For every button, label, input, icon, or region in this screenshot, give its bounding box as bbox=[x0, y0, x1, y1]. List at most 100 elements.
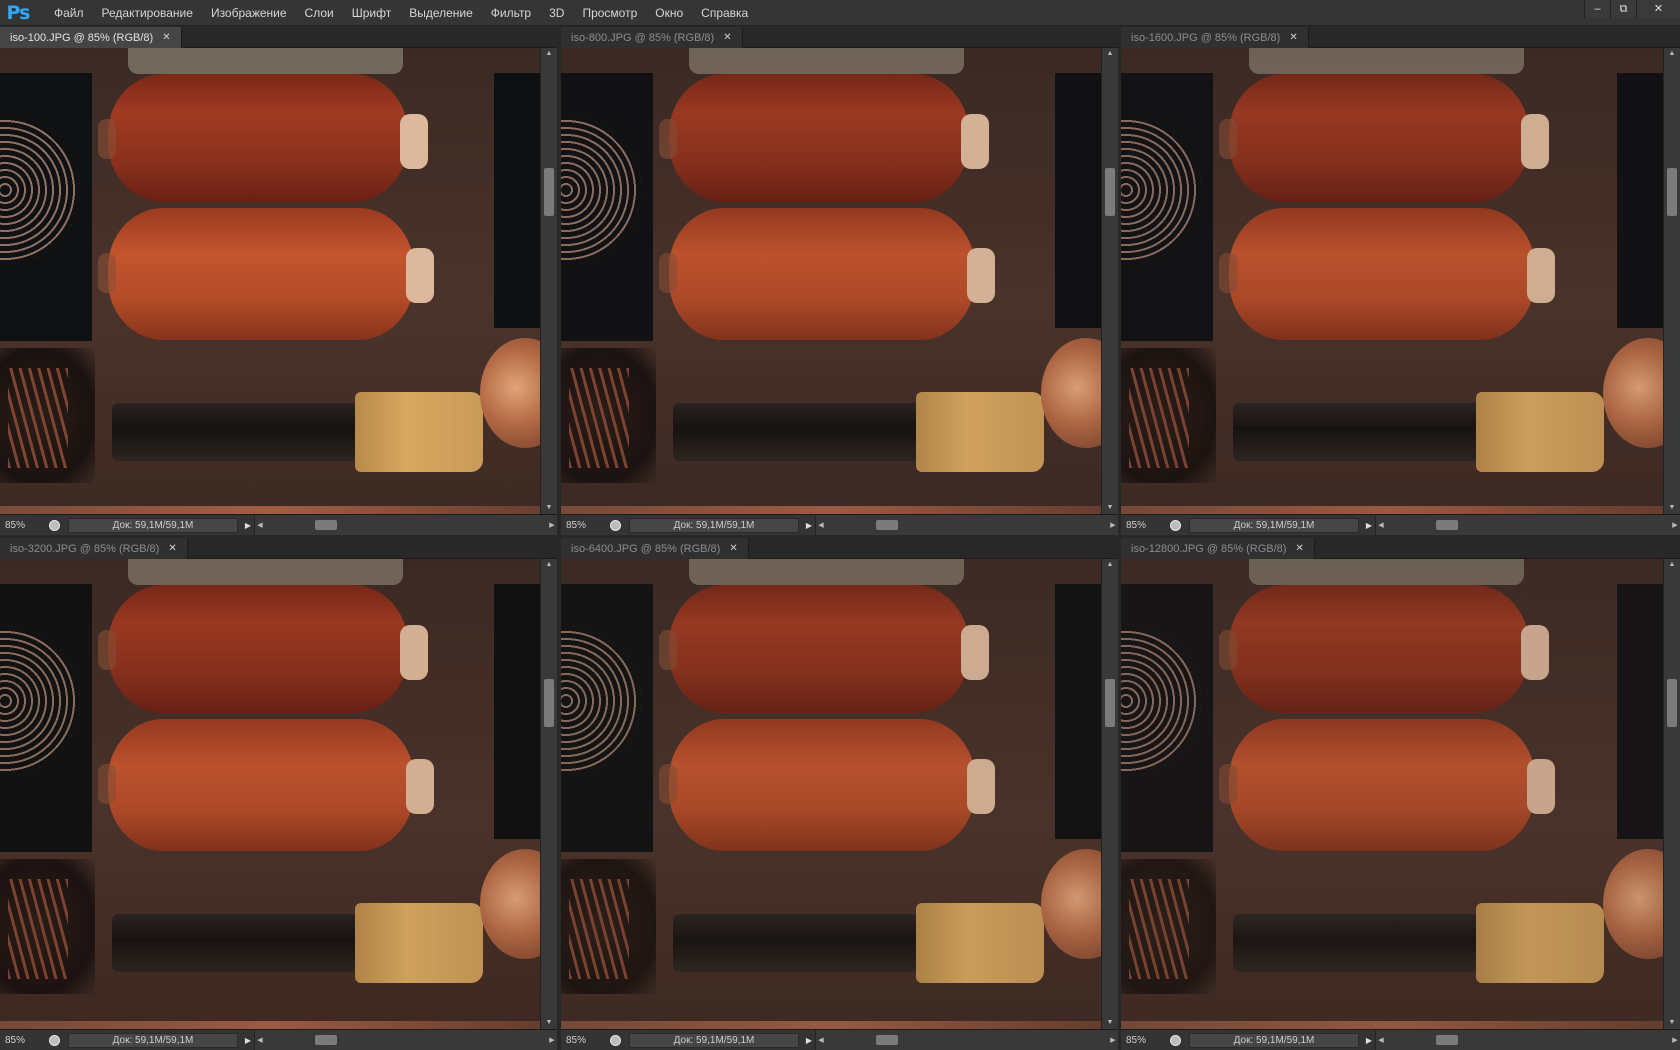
document-tab[interactable]: iso-100.JPG @ 85% (RGB/8) ✕ bbox=[0, 27, 182, 48]
tab-close-icon[interactable]: ✕ bbox=[1295, 543, 1303, 554]
vertical-scroll-thumb[interactable] bbox=[544, 168, 554, 216]
document-canvas[interactable] bbox=[561, 559, 1101, 1029]
scroll-right-arrow-icon[interactable]: ▶ bbox=[1670, 1030, 1680, 1050]
tab-close-icon[interactable]: ✕ bbox=[729, 543, 737, 554]
horizontal-scrollbar[interactable]: ◀ ▶ bbox=[815, 514, 1118, 536]
scroll-up-arrow-icon[interactable]: ▲ bbox=[541, 559, 557, 571]
zoom-level[interactable]: 85% bbox=[1121, 1035, 1165, 1046]
vertical-scrollbar[interactable]: ▲ ▼ bbox=[1663, 559, 1680, 1029]
status-menu-arrow-icon[interactable]: ▶ bbox=[803, 1030, 815, 1050]
zoom-level[interactable]: 85% bbox=[0, 1035, 44, 1046]
vertical-scroll-thumb[interactable] bbox=[1667, 679, 1677, 727]
vertical-scrollbar[interactable]: ▲ ▼ bbox=[1101, 559, 1118, 1029]
scroll-left-arrow-icon[interactable]: ◀ bbox=[255, 1030, 265, 1050]
scroll-down-arrow-icon[interactable]: ▼ bbox=[1102, 502, 1118, 514]
vertical-scroll-thumb[interactable] bbox=[1105, 168, 1115, 216]
thread-spool-top bbox=[1219, 585, 1549, 713]
vertical-scroll-thumb[interactable] bbox=[1667, 168, 1677, 216]
scroll-left-arrow-icon[interactable]: ◀ bbox=[816, 1030, 826, 1050]
horizontal-scroll-thumb[interactable] bbox=[1436, 1034, 1458, 1045]
status-menu-arrow-icon[interactable]: ▶ bbox=[242, 515, 254, 536]
document-canvas[interactable] bbox=[0, 559, 540, 1029]
horizontal-scroll-thumb[interactable] bbox=[315, 519, 337, 530]
tab-close-icon[interactable]: ✕ bbox=[162, 32, 170, 43]
scroll-up-arrow-icon[interactable]: ▲ bbox=[1664, 48, 1680, 60]
scroll-down-arrow-icon[interactable]: ▼ bbox=[541, 502, 557, 514]
export-preview-button[interactable] bbox=[605, 1030, 625, 1050]
export-preview-button[interactable] bbox=[44, 515, 64, 536]
scroll-up-arrow-icon[interactable]: ▲ bbox=[1664, 559, 1680, 571]
vertical-scroll-thumb[interactable] bbox=[1105, 679, 1115, 727]
menu-layers[interactable]: Слои bbox=[296, 0, 343, 26]
zoom-level[interactable]: 85% bbox=[1121, 520, 1165, 531]
tab-close-icon[interactable]: ✕ bbox=[1289, 32, 1297, 43]
scroll-right-arrow-icon[interactable]: ▶ bbox=[547, 1030, 557, 1050]
restore-icon[interactable]: ⧉ bbox=[1610, 0, 1636, 18]
tab-close-icon[interactable]: ✕ bbox=[168, 543, 176, 554]
status-menu-arrow-icon[interactable]: ▶ bbox=[803, 515, 815, 536]
status-menu-arrow-icon[interactable]: ▶ bbox=[1363, 1030, 1375, 1050]
document-tab[interactable]: iso-12800.JPG @ 85% (RGB/8) ✕ bbox=[1121, 538, 1315, 559]
minimize-icon[interactable]: – bbox=[1584, 0, 1610, 18]
scroll-left-arrow-icon[interactable]: ◀ bbox=[816, 515, 826, 536]
menu-filter[interactable]: Фильтр bbox=[482, 0, 540, 26]
horizontal-scrollbar[interactable]: ◀ ▶ bbox=[1375, 1029, 1680, 1050]
horizontal-scroll-thumb[interactable] bbox=[876, 519, 898, 530]
vertical-scrollbar[interactable]: ▲ ▼ bbox=[1663, 48, 1680, 514]
horizontal-scrollbar[interactable]: ◀ ▶ bbox=[815, 1029, 1118, 1050]
document-canvas[interactable] bbox=[1121, 48, 1663, 514]
zoom-level[interactable]: 85% bbox=[561, 1035, 605, 1046]
close-icon[interactable]: ✕ bbox=[1636, 0, 1680, 18]
menu-window[interactable]: Окно bbox=[646, 0, 692, 26]
zoom-level[interactable]: 85% bbox=[561, 520, 605, 531]
scroll-left-arrow-icon[interactable]: ◀ bbox=[1376, 1030, 1386, 1050]
menu-edit[interactable]: Редактирование bbox=[93, 0, 202, 26]
export-preview-button[interactable] bbox=[1165, 515, 1185, 536]
horizontal-scrollbar[interactable]: ◀ ▶ bbox=[254, 514, 557, 536]
status-menu-arrow-icon[interactable]: ▶ bbox=[1363, 515, 1375, 536]
scroll-right-arrow-icon[interactable]: ▶ bbox=[1670, 515, 1680, 536]
scroll-down-arrow-icon[interactable]: ▼ bbox=[1664, 1017, 1680, 1029]
scroll-right-arrow-icon[interactable]: ▶ bbox=[1108, 515, 1118, 536]
vertical-scrollbar[interactable]: ▲ ▼ bbox=[1101, 48, 1118, 514]
scroll-down-arrow-icon[interactable]: ▼ bbox=[541, 1017, 557, 1029]
vertical-scroll-thumb[interactable] bbox=[544, 679, 554, 727]
scroll-down-arrow-icon[interactable]: ▼ bbox=[1102, 1017, 1118, 1029]
export-preview-button[interactable] bbox=[44, 1030, 64, 1050]
scroll-left-arrow-icon[interactable]: ◀ bbox=[255, 515, 265, 536]
scroll-left-arrow-icon[interactable]: ◀ bbox=[1376, 515, 1386, 536]
horizontal-scroll-thumb[interactable] bbox=[315, 1034, 337, 1045]
thread-spool-top bbox=[98, 585, 428, 713]
menu-file[interactable]: Файл bbox=[45, 0, 93, 26]
menu-view[interactable]: Просмотр bbox=[573, 0, 646, 26]
menu-help[interactable]: Справка bbox=[692, 0, 757, 26]
export-preview-button[interactable] bbox=[1165, 1030, 1185, 1050]
document-canvas[interactable] bbox=[561, 48, 1101, 514]
scroll-right-arrow-icon[interactable]: ▶ bbox=[547, 515, 557, 536]
document-tab[interactable]: iso-3200.JPG @ 85% (RGB/8) ✕ bbox=[0, 538, 188, 559]
scroll-down-arrow-icon[interactable]: ▼ bbox=[1664, 502, 1680, 514]
document-canvas[interactable] bbox=[0, 48, 540, 514]
scroll-up-arrow-icon[interactable]: ▲ bbox=[1102, 48, 1118, 60]
zoom-level[interactable]: 85% bbox=[0, 520, 44, 531]
horizontal-scrollbar[interactable]: ◀ ▶ bbox=[254, 1029, 557, 1050]
horizontal-scroll-thumb[interactable] bbox=[1436, 519, 1458, 530]
status-menu-arrow-icon[interactable]: ▶ bbox=[242, 1030, 254, 1050]
menu-type[interactable]: Шрифт bbox=[343, 0, 400, 26]
horizontal-scroll-thumb[interactable] bbox=[876, 1034, 898, 1045]
menu-image[interactable]: Изображение bbox=[202, 0, 296, 26]
scroll-up-arrow-icon[interactable]: ▲ bbox=[1102, 559, 1118, 571]
tab-close-icon[interactable]: ✕ bbox=[723, 32, 731, 43]
document-tab[interactable]: iso-1600.JPG @ 85% (RGB/8) ✕ bbox=[1121, 27, 1309, 48]
scroll-up-arrow-icon[interactable]: ▲ bbox=[541, 48, 557, 60]
scroll-right-arrow-icon[interactable]: ▶ bbox=[1108, 1030, 1118, 1050]
horizontal-scrollbar[interactable]: ◀ ▶ bbox=[1375, 514, 1680, 536]
document-canvas[interactable] bbox=[1121, 559, 1663, 1029]
menu-select[interactable]: Выделение bbox=[400, 0, 482, 26]
menu-3d[interactable]: 3D bbox=[540, 0, 573, 26]
document-tab[interactable]: iso-6400.JPG @ 85% (RGB/8) ✕ bbox=[561, 538, 749, 559]
vertical-scrollbar[interactable]: ▲ ▼ bbox=[540, 559, 557, 1029]
document-tab[interactable]: iso-800.JPG @ 85% (RGB/8) ✕ bbox=[561, 27, 743, 48]
export-preview-button[interactable] bbox=[605, 515, 625, 536]
vertical-scrollbar[interactable]: ▲ ▼ bbox=[540, 48, 557, 514]
